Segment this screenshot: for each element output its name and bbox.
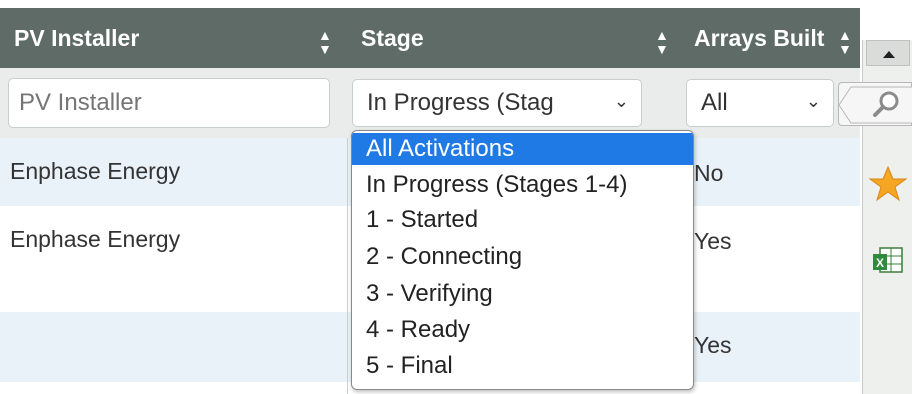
arrays-filter-value: All	[701, 89, 728, 116]
scroll-up-button[interactable]	[866, 40, 910, 66]
sort-icon[interactable]: ▲ ▼	[838, 28, 852, 56]
search-icon	[838, 86, 912, 124]
dropdown-option[interactable]: 1 - Started	[352, 204, 693, 236]
dropdown-option[interactable]: 2 - Connecting	[352, 241, 693, 273]
dropdown-option[interactable]: In Progress (Stages 1-4)	[352, 169, 693, 201]
arrays-built-cell: Yes	[694, 228, 732, 254]
arrays-filter-select[interactable]: All ⌄	[686, 79, 834, 127]
dropdown-option[interactable]: All Activations	[352, 133, 693, 165]
dropdown-option[interactable]: 3 - Verifying	[352, 278, 693, 310]
installer-filter-input[interactable]	[8, 78, 330, 128]
sort-icon[interactable]: ▲ ▼	[655, 28, 669, 56]
column-label: Arrays Built	[694, 24, 825, 51]
column-label: Stage	[361, 24, 424, 51]
column-header-pv-installer[interactable]: PV Installer	[0, 8, 347, 68]
column-label: PV Installer	[14, 24, 140, 51]
arrays-built-cell: No	[694, 160, 724, 186]
chevron-down-icon: ⌄	[613, 91, 629, 111]
dropdown-option[interactable]: 5 - Final	[352, 350, 693, 382]
excel-export-icon: X	[873, 247, 903, 273]
sort-icon[interactable]: ▲ ▼	[318, 28, 332, 56]
chevron-down-icon: ⌄	[805, 91, 821, 111]
dropdown-option[interactable]: 4 - Ready	[352, 314, 693, 346]
stage-filter-value: In Progress (Stag	[367, 89, 554, 116]
arrays-built-cell: Yes	[694, 332, 732, 358]
star-icon	[868, 165, 908, 202]
svg-text:X: X	[876, 256, 884, 270]
installer-cell: Enphase Energy	[10, 158, 181, 184]
stage-dropdown-list: All Activations In Progress (Stages 1-4)…	[351, 130, 694, 390]
stage-filter-select[interactable]: In Progress (Stag ⌄	[352, 79, 642, 127]
excel-export-button[interactable]: X	[872, 246, 904, 276]
column-header-stage[interactable]: Stage	[347, 8, 680, 68]
scroll-up-arrow-icon	[883, 51, 895, 58]
favorite-button[interactable]	[868, 164, 908, 204]
table-header: PV Installer ▲ ▼ Stage ▲ ▼ Arrays Built ▲ ▼	[0, 8, 860, 68]
column-divider	[347, 138, 348, 394]
search-button[interactable]	[838, 82, 912, 126]
installer-cell: Enphase Energy	[10, 226, 181, 252]
column-header-arrays-built[interactable]: Arrays Built	[680, 8, 860, 68]
